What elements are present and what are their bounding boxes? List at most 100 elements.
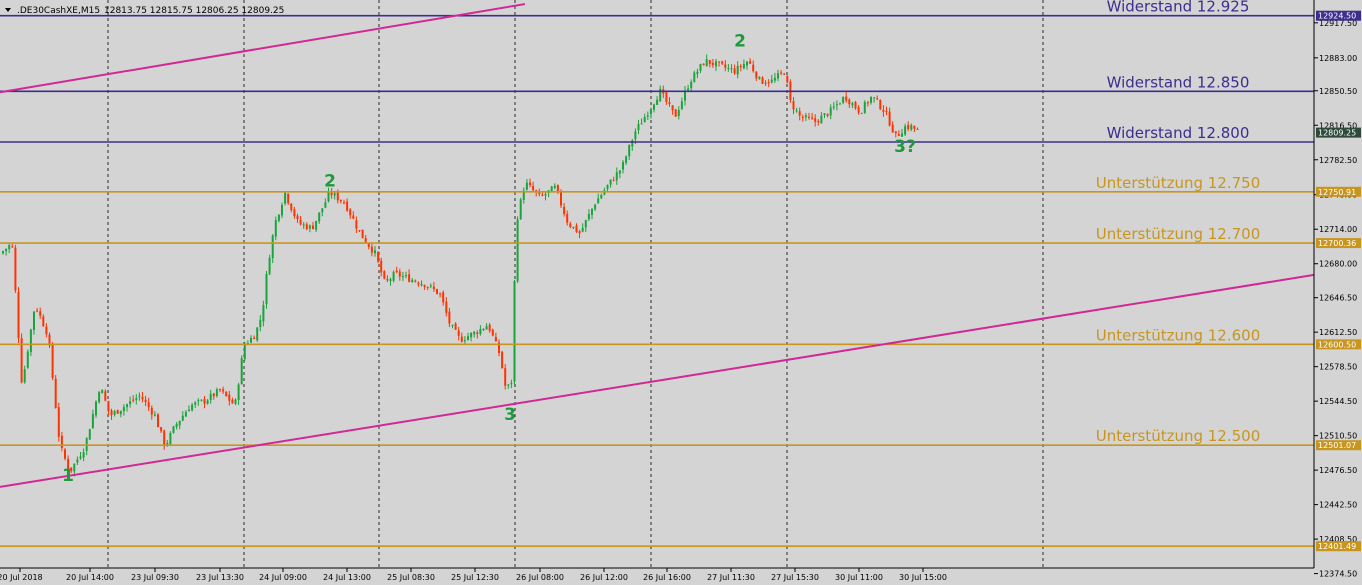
- candle-body: [525, 182, 528, 190]
- candle-body: [358, 230, 361, 232]
- candle-body: [693, 72, 696, 83]
- candle-body: [715, 61, 717, 67]
- candle-body: [702, 63, 705, 66]
- candle-body: [656, 99, 659, 105]
- candle-body: [423, 284, 426, 287]
- candle-body: [122, 406, 125, 412]
- candle-body: [91, 413, 94, 429]
- candle-body: [135, 398, 138, 400]
- candle-body: [674, 109, 677, 117]
- y-tick-label: 12442.50: [1319, 501, 1357, 510]
- candle-body: [891, 124, 894, 133]
- candle-body: [445, 301, 448, 313]
- candle-body: [299, 219, 302, 225]
- candle-body: [894, 131, 897, 134]
- candle-body: [817, 120, 820, 123]
- candle-body: [711, 63, 714, 66]
- candle-body: [770, 79, 773, 83]
- level-label: Widerstand 12.850: [1107, 73, 1250, 91]
- candle-body: [718, 61, 721, 63]
- candle-body: [863, 102, 866, 113]
- candle-body: [463, 340, 466, 342]
- candle-body: [777, 73, 779, 79]
- candle-body: [374, 250, 376, 254]
- candle-body: [268, 257, 271, 275]
- candle-body: [854, 101, 857, 109]
- candle-body: [222, 389, 225, 392]
- y-tick-label: 12782.50: [1319, 156, 1357, 165]
- candle-body: [494, 336, 497, 342]
- candle-body: [5, 248, 8, 252]
- candle-body: [256, 327, 259, 341]
- candle-body: [888, 111, 891, 126]
- candle-body: [287, 193, 290, 204]
- candle-body: [773, 77, 776, 81]
- candle-body: [33, 311, 35, 330]
- candle-body: [566, 213, 569, 223]
- candle-body: [680, 101, 683, 109]
- candle-body: [54, 378, 57, 408]
- candle-body: [274, 220, 277, 237]
- candle-body: [684, 90, 686, 101]
- candle-body: [144, 399, 147, 403]
- x-tick-label: 24 Jul 13:00: [323, 573, 371, 582]
- candle-body: [622, 161, 624, 170]
- x-tick-label: 25 Jul 08:30: [387, 573, 435, 582]
- candle-body: [814, 118, 817, 122]
- candle-body: [724, 64, 727, 68]
- candle-body: [45, 326, 48, 335]
- candle-body: [203, 399, 206, 404]
- candle-body: [467, 336, 469, 341]
- candle-body: [312, 225, 314, 230]
- x-tick-label: 20 Jul 14:00: [66, 573, 114, 582]
- x-tick-label: 23 Jul 13:30: [196, 573, 244, 582]
- candle-body: [851, 103, 854, 106]
- candle-body: [327, 192, 330, 202]
- candle-body: [42, 316, 45, 327]
- candle-body: [262, 304, 265, 322]
- candle-body: [336, 192, 339, 201]
- level-label: Unterstützung 12.500: [1096, 427, 1261, 445]
- candle-body: [786, 75, 789, 83]
- candle-body: [141, 396, 144, 400]
- candle-body: [578, 231, 581, 234]
- candle-body: [206, 400, 209, 404]
- wave-label: 2: [324, 172, 336, 192]
- candle-body: [219, 389, 221, 391]
- candle-body: [792, 101, 795, 110]
- candle-body: [879, 100, 882, 110]
- candle-body: [355, 220, 358, 229]
- y-tick-label: 12850.50: [1319, 87, 1357, 96]
- candle-body: [795, 110, 798, 112]
- y-tick-label: 12883.00: [1319, 54, 1357, 63]
- candle-body: [147, 402, 150, 408]
- price-tag-label: 12401.49: [1318, 542, 1356, 551]
- candle-body: [646, 115, 649, 117]
- candle-body: [746, 61, 748, 66]
- candle-body: [132, 399, 135, 401]
- candle-body: [696, 71, 699, 75]
- candle-body: [302, 224, 305, 226]
- candle-body: [308, 225, 311, 229]
- candle-body: [386, 279, 389, 281]
- candle-body: [343, 202, 345, 204]
- wave-label: 1: [62, 466, 74, 486]
- candle-body: [95, 401, 97, 416]
- candle-body: [653, 104, 655, 110]
- y-tick-label: 12476.50: [1319, 466, 1357, 475]
- candle-body: [277, 214, 280, 221]
- candle-body: [857, 107, 860, 113]
- wave-label: 3: [504, 405, 516, 425]
- price-tag-label: 12700.36: [1318, 239, 1356, 248]
- candle-body: [172, 426, 175, 433]
- candle-body: [197, 400, 200, 402]
- candle-body: [491, 329, 494, 336]
- candle-body: [457, 330, 460, 336]
- candle-body: [516, 219, 519, 282]
- candle-body: [259, 319, 262, 327]
- candle-body: [448, 311, 451, 324]
- candle-body: [708, 60, 711, 64]
- candle-body: [401, 276, 404, 278]
- candle-body: [749, 61, 752, 64]
- candle-body: [904, 126, 907, 135]
